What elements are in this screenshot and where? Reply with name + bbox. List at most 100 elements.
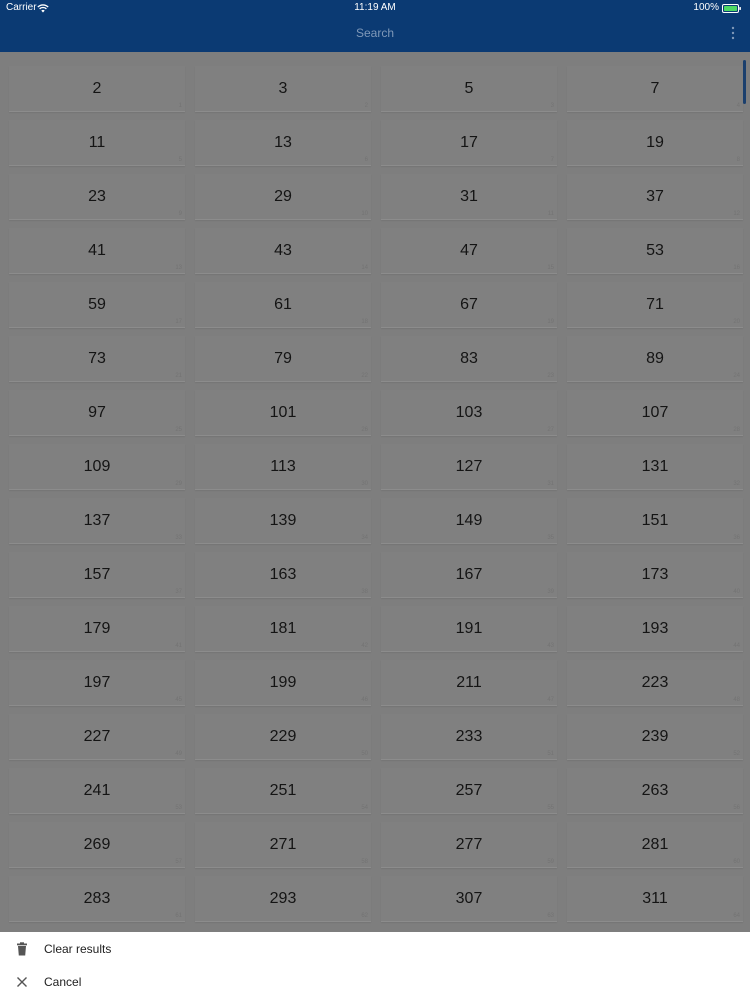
- scrollbar[interactable]: [743, 60, 746, 104]
- result-index: 53: [175, 805, 182, 811]
- result-cell[interactable]: 197 45: [9, 660, 185, 706]
- result-cell[interactable]: 43 14: [195, 228, 371, 274]
- result-cell[interactable]: 127 31: [381, 444, 557, 490]
- result-value: 227: [83, 728, 111, 745]
- result-cell[interactable]: 101 26: [195, 390, 371, 436]
- result-cell[interactable]: 149 35: [381, 498, 557, 544]
- result-cell[interactable]: 23 9: [9, 174, 185, 220]
- page-title: Search: [355, 26, 395, 40]
- result-cell[interactable]: 113 30: [195, 444, 371, 490]
- result-cell[interactable]: 21: [9, 66, 185, 112]
- result-cell[interactable]: 241 53: [9, 768, 185, 814]
- result-cell[interactable]: 179 41: [9, 606, 185, 652]
- result-cell[interactable]: 233 51: [381, 714, 557, 760]
- result-cell[interactable]: 277 59: [381, 822, 557, 868]
- result-index: 11: [547, 211, 554, 217]
- result-cell[interactable]: 269 57: [9, 822, 185, 868]
- result-cell[interactable]: 32: [195, 66, 371, 112]
- result-cell[interactable]: 83 23: [381, 336, 557, 382]
- result-cell[interactable]: 199 46: [195, 660, 371, 706]
- result-cell[interactable]: 283 61: [9, 876, 185, 922]
- result-index: 48: [733, 697, 740, 703]
- result-value: 199: [269, 674, 297, 691]
- result-cell[interactable]: 71 20: [567, 282, 743, 328]
- result-cell[interactable]: 223 48: [567, 660, 743, 706]
- result-cell[interactable]: 281 60: [567, 822, 743, 868]
- result-index: 58: [361, 859, 368, 865]
- result-value: 149: [455, 512, 483, 529]
- result-value: 83: [460, 350, 478, 367]
- result-cell[interactable]: 53 16: [567, 228, 743, 274]
- result-cell[interactable]: 61 18: [195, 282, 371, 328]
- more-vert-icon[interactable]: [730, 26, 736, 40]
- result-cell[interactable]: 167 39: [381, 552, 557, 598]
- result-cell[interactable]: 173 40: [567, 552, 743, 598]
- result-index: 25: [175, 427, 182, 433]
- result-cell[interactable]: 74: [567, 66, 743, 112]
- result-value: 241: [83, 782, 111, 799]
- cancel-button[interactable]: Cancel: [0, 966, 750, 998]
- result-cell[interactable]: 17 7: [381, 120, 557, 166]
- result-cell[interactable]: 97 25: [9, 390, 185, 436]
- result-cell[interactable]: 29 10: [195, 174, 371, 220]
- result-cell[interactable]: 109 29: [9, 444, 185, 490]
- result-cell[interactable]: 163 38: [195, 552, 371, 598]
- result-cell[interactable]: 271 58: [195, 822, 371, 868]
- result-value: 73: [88, 350, 106, 367]
- result-cell[interactable]: 239 52: [567, 714, 743, 760]
- result-cell[interactable]: 139 34: [195, 498, 371, 544]
- result-cell[interactable]: 157 37: [9, 552, 185, 598]
- result-index: 26: [361, 427, 368, 433]
- result-cell[interactable]: 31 11: [381, 174, 557, 220]
- result-cell[interactable]: 53: [381, 66, 557, 112]
- result-cell[interactable]: 37 12: [567, 174, 743, 220]
- result-cell[interactable]: 67 19: [381, 282, 557, 328]
- result-value: 223: [641, 674, 669, 691]
- clear-results-button[interactable]: Clear results: [0, 933, 750, 965]
- result-cell[interactable]: 311 64: [567, 876, 743, 922]
- result-cell[interactable]: 103 27: [381, 390, 557, 436]
- result-index: 56: [733, 805, 740, 811]
- result-cell[interactable]: 79 22: [195, 336, 371, 382]
- result-cell[interactable]: 251 54: [195, 768, 371, 814]
- result-cell[interactable]: 59 17: [9, 282, 185, 328]
- result-value: 197: [83, 674, 111, 691]
- result-value: 107: [641, 404, 669, 421]
- result-cell[interactable]: 211 47: [381, 660, 557, 706]
- result-index: 44: [733, 643, 740, 649]
- result-cell[interactable]: 89 24: [567, 336, 743, 382]
- result-cell[interactable]: 191 43: [381, 606, 557, 652]
- result-cell[interactable]: 151 36: [567, 498, 743, 544]
- result-cell[interactable]: 229 50: [195, 714, 371, 760]
- result-cell[interactable]: 181 42: [195, 606, 371, 652]
- result-cell[interactable]: 11 5: [9, 120, 185, 166]
- result-cell[interactable]: 137 33: [9, 498, 185, 544]
- result-index: 52: [733, 751, 740, 757]
- result-index: 51: [547, 751, 554, 757]
- result-index: 42: [361, 643, 368, 649]
- result-cell[interactable]: 263 56: [567, 768, 743, 814]
- result-cell[interactable]: 257 55: [381, 768, 557, 814]
- result-cell[interactable]: 41 13: [9, 228, 185, 274]
- result-value: 13: [274, 134, 292, 151]
- result-cell[interactable]: 13 6: [195, 120, 371, 166]
- result-value: 47: [460, 242, 478, 259]
- result-cell[interactable]: 73 21: [9, 336, 185, 382]
- result-index: 57: [175, 859, 182, 865]
- result-cell[interactable]: 47 15: [381, 228, 557, 274]
- result-cell[interactable]: 193 44: [567, 606, 743, 652]
- result-cell[interactable]: 293 62: [195, 876, 371, 922]
- battery-percent: 100%: [693, 2, 719, 13]
- result-cell[interactable]: 107 28: [567, 390, 743, 436]
- results-grid-area: 2 1 3 2 5 3 7 4 11 5 13 6 17 7 19 8 23 9 29 10 31 11 37 12 41 13 4…: [0, 52, 750, 932]
- result-value: 89: [646, 350, 664, 367]
- result-value: 71: [646, 296, 664, 313]
- result-index: 63: [547, 913, 554, 919]
- result-cell[interactable]: 307 63: [381, 876, 557, 922]
- result-index: 34: [361, 535, 368, 541]
- result-cell[interactable]: 19 8: [567, 120, 743, 166]
- result-index: 38: [361, 589, 368, 595]
- result-index: 19: [547, 319, 554, 325]
- result-cell[interactable]: 131 32: [567, 444, 743, 490]
- result-cell[interactable]: 227 49: [9, 714, 185, 760]
